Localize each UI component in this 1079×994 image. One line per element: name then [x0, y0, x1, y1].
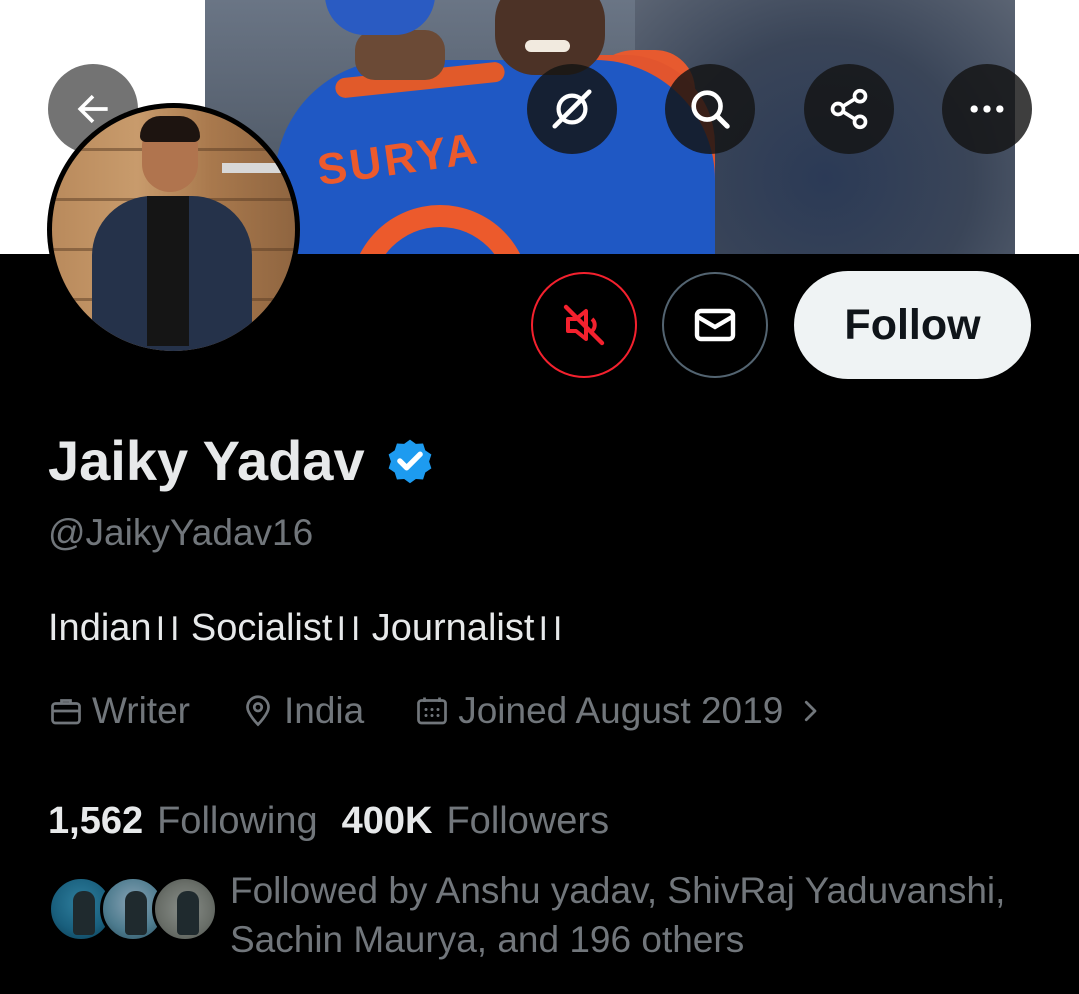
share-icon [830, 88, 868, 130]
profession-text: Writer [92, 690, 190, 731]
location-text: India [283, 690, 365, 731]
more-horizontal-icon [970, 105, 1004, 113]
profile-display-name-row: Jaiky Yadav [48, 428, 437, 493]
unmute-button[interactable] [531, 272, 637, 378]
followers-label[interactable]: Followers [446, 800, 609, 843]
search-icon [691, 90, 730, 129]
profile-stats: 1,562 Following 400K Followers [48, 800, 633, 843]
followed-by-text: Followed by Anshu yadav, ShivRaj Yaduvan… [230, 870, 1006, 960]
share-button[interactable] [804, 64, 894, 154]
chevron-right-icon[interactable] [795, 696, 825, 726]
avatar [152, 876, 218, 942]
grok-icon [552, 89, 592, 129]
envelope-icon [694, 308, 736, 342]
joined-item[interactable]: Joined August 2019 [414, 690, 783, 732]
more-button[interactable] [942, 64, 1032, 154]
profile-meta: Writer India Joined August 2019 [48, 690, 825, 732]
location-item: India [240, 690, 364, 732]
mutual-avatars [48, 876, 220, 946]
followed-by-section[interactable]: Followed by Anshu yadav, ShivRaj Yaduvan… [48, 866, 1030, 964]
following-label[interactable]: Following [157, 800, 318, 843]
profile-handle: @JaikyYadav16 [48, 512, 314, 553]
followers-count[interactable]: 400K [342, 800, 433, 843]
calendar-icon [417, 697, 448, 725]
grok-button[interactable] [527, 64, 617, 154]
briefcase-icon [51, 699, 81, 725]
speaker-muted-icon [563, 304, 605, 346]
profile-avatar[interactable] [47, 103, 300, 356]
follow-button[interactable]: Follow [794, 271, 1031, 379]
search-button[interactable] [665, 64, 755, 154]
following-count[interactable]: 1,562 [48, 800, 143, 843]
avatar-photo [52, 108, 295, 351]
display-name: Jaiky Yadav [48, 429, 365, 492]
location-pin-icon [246, 695, 270, 727]
message-button[interactable] [662, 272, 768, 378]
profession-item: Writer [48, 690, 190, 732]
verified-badge-icon[interactable] [383, 434, 437, 488]
joined-text: Joined August 2019 [458, 690, 784, 731]
profile-bio: Indian।। Socialist।। Journalist।। [48, 607, 564, 649]
